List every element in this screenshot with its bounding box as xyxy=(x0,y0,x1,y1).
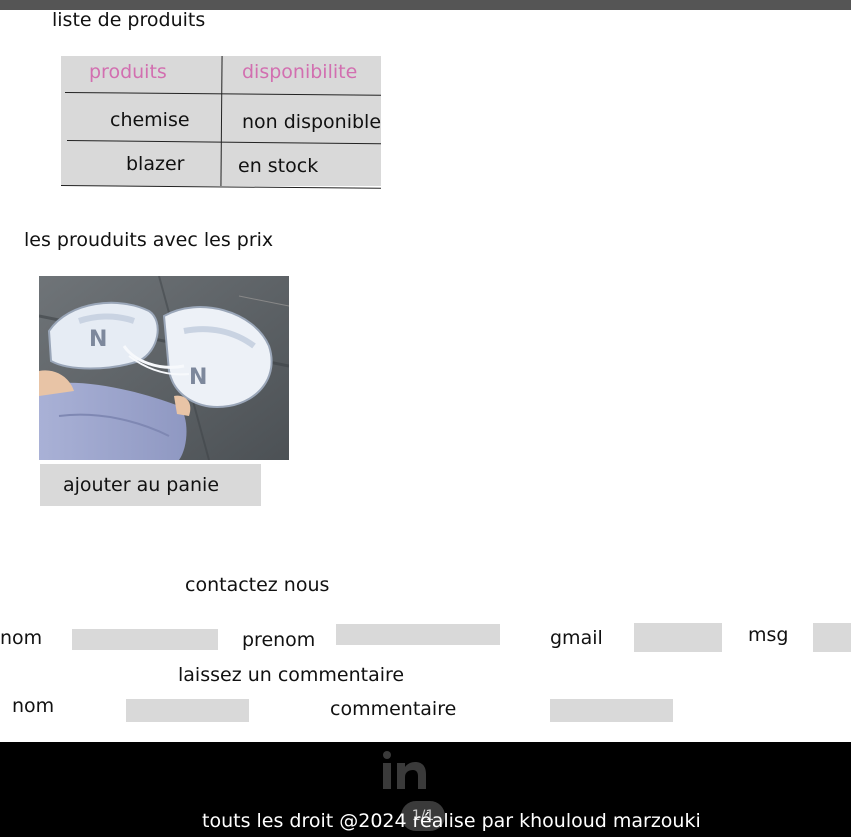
add-to-cart-button[interactable]: ajouter au panie xyxy=(40,464,261,506)
table-header-disponibilite: disponibilite xyxy=(242,61,358,83)
comment-commentaire-input[interactable] xyxy=(550,699,673,722)
contact-prenom-label: prenom xyxy=(242,629,316,651)
contact-nom-input[interactable] xyxy=(72,629,218,650)
contact-section-title: contactez nous xyxy=(185,574,330,596)
contact-msg-label: msg xyxy=(748,624,789,646)
contact-msg-input[interactable] xyxy=(813,623,851,652)
table-cell-product: blazer xyxy=(126,153,185,175)
comment-nom-input[interactable] xyxy=(126,699,249,722)
comment-nom-label: nom xyxy=(12,695,55,717)
contact-prenom-input[interactable] xyxy=(336,624,500,645)
copyright-text: touts les droit @2024 réalise par khoulo… xyxy=(202,810,701,832)
contact-gmail-label: gmail xyxy=(550,627,603,649)
svg-text:N: N xyxy=(189,365,207,390)
product-image: N N xyxy=(39,276,289,460)
contact-nom-label: nom xyxy=(0,627,43,649)
table-cell-availability: en stock xyxy=(238,155,319,177)
prices-section-title: les prouduits avec les prix xyxy=(24,229,274,251)
comment-section-title: laissez un commentaire xyxy=(178,664,405,686)
comment-commentaire-label: commentaire xyxy=(330,698,457,720)
products-section-title: liste de produits xyxy=(52,9,206,31)
contact-gmail-input[interactable] xyxy=(634,623,722,652)
table-cell-product: chemise xyxy=(110,109,190,131)
table-header-produits: produits xyxy=(89,61,167,83)
linkedin-icon[interactable] xyxy=(381,750,427,792)
table-cell-availability: non disponible xyxy=(242,111,382,133)
svg-text:N: N xyxy=(89,327,107,352)
